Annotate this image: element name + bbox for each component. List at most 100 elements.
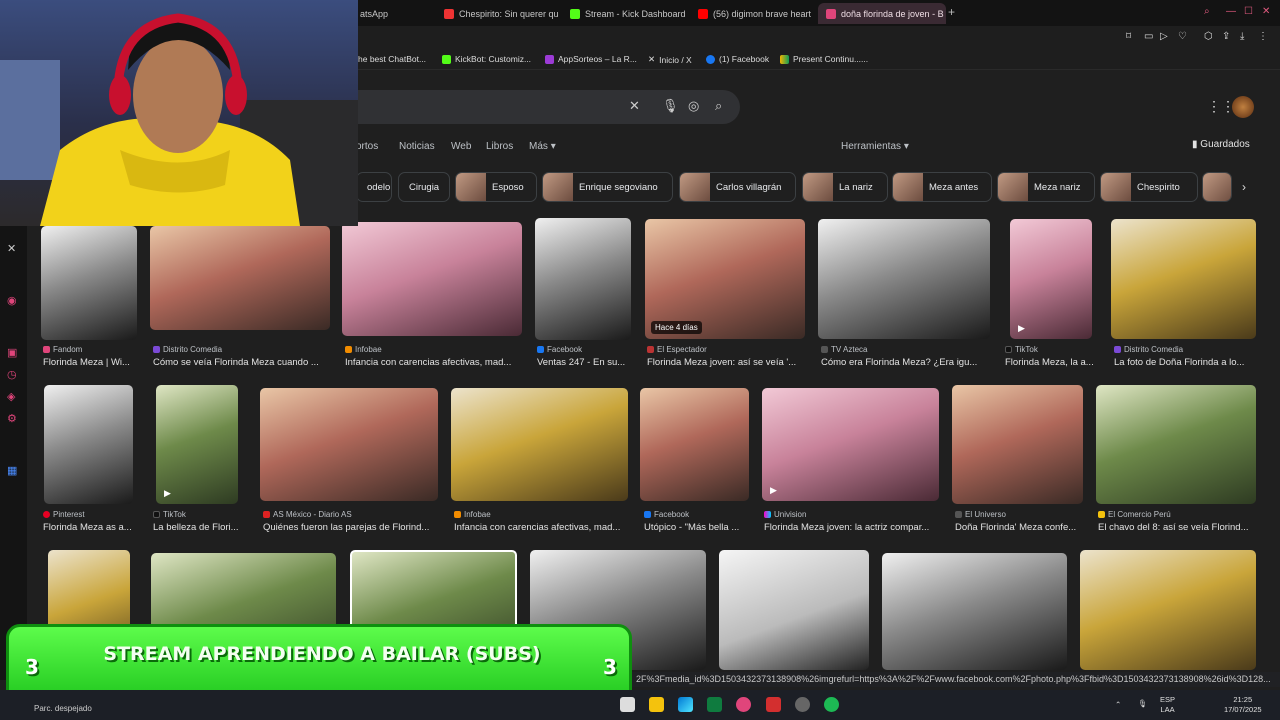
result-caption[interactable]: Florinda Meza joven: así se veía '... <box>647 357 805 368</box>
chip-carlos-villagran[interactable]: Carlos villagrán <box>679 172 796 202</box>
bookmark-appsorteos[interactable]: AppSorteos – La R... <box>545 54 637 64</box>
tab-news[interactable]: Noticias <box>399 141 435 152</box>
pip-icon[interactable]: ▭ <box>1144 31 1153 42</box>
result-image[interactable] <box>640 388 749 501</box>
result-caption[interactable]: Florinda Meza joven: la actriz compar... <box>764 522 940 533</box>
result-image[interactable] <box>882 553 1067 670</box>
search-input[interactable] <box>340 90 740 124</box>
chip-modelo[interactable]: odelo <box>356 172 392 202</box>
result-caption[interactable]: Infancia con carencias afectivas, mad... <box>454 522 628 533</box>
obs-icon[interactable] <box>795 697 810 712</box>
result-image[interactable] <box>260 388 438 501</box>
new-tab-plus-icon[interactable]: + <box>948 5 955 19</box>
bookmark-icon[interactable]: ⌑ <box>1126 31 1131 42</box>
settings-icon[interactable]: ⚙ <box>7 412 17 425</box>
chip-more[interactable] <box>1202 172 1232 202</box>
result-caption[interactable]: Cómo se veía Florinda Meza cuando ... <box>153 357 331 368</box>
result-caption[interactable]: Doña Florinda' Meza confe... <box>955 522 1083 533</box>
tools-button[interactable]: Herramientas ▾ <box>841 141 909 152</box>
bookmark-facebook[interactable]: (1) Facebook <box>706 54 769 64</box>
chip-cirugia[interactable]: Cirugia <box>398 172 450 202</box>
camera-search-icon[interactable]: ◎ <box>688 98 699 114</box>
result-caption[interactable]: Florinda Meza | Wi... <box>43 357 137 368</box>
result-image[interactable] <box>1111 219 1256 339</box>
result-image[interactable] <box>952 385 1083 504</box>
chevron-up-icon[interactable]: ⌃ <box>1115 700 1121 710</box>
weather-widget[interactable]: Parc. despejado <box>34 704 92 713</box>
winrar-icon[interactable] <box>766 697 781 712</box>
maximize-icon[interactable]: ☐ <box>1244 6 1253 17</box>
tab-more[interactable]: Más ▾ <box>529 141 556 152</box>
result-image[interactable] <box>44 385 133 504</box>
result-caption[interactable]: La foto de Doña Florinda a lo... <box>1114 357 1256 368</box>
search-icon[interactable]: ⌕ <box>715 98 722 114</box>
result-caption[interactable]: El chavo del 8: así se veía Florind... <box>1098 522 1256 533</box>
x-logo-icon[interactable]: ✕ <box>7 242 16 255</box>
result-image[interactable] <box>818 219 990 339</box>
play-icon[interactable]: ▷ <box>1160 31 1168 42</box>
result-image[interactable]: ▶ <box>762 388 939 501</box>
bookmark-present-continuous[interactable]: Present Continu...... <box>780 54 868 64</box>
search-tabs-icon[interactable]: ⌕ <box>1204 6 1210 17</box>
chip-meza-antes[interactable]: Meza antes <box>892 172 992 202</box>
clock-icon[interactable]: ◷ <box>7 368 17 381</box>
tab-whatsapp[interactable]: atsApp <box>352 3 432 24</box>
tab-web[interactable]: Web <box>451 141 471 152</box>
chevron-right-icon[interactable]: › <box>1242 180 1246 194</box>
result-image[interactable] <box>1080 550 1256 670</box>
clock[interactable]: 21:25 17/07/2025 <box>1224 695 1262 715</box>
result-image[interactable] <box>150 226 330 330</box>
clear-icon[interactable]: ✕ <box>629 98 640 114</box>
result-caption[interactable]: Infancia con carencias afectivas, mad... <box>345 357 523 368</box>
share-icon[interactable]: ⇪ <box>1222 31 1230 42</box>
result-caption[interactable]: Florinda Meza, la a... <box>1005 357 1097 368</box>
result-caption[interactable]: Ventas 247 - En su... <box>537 357 633 368</box>
spotify-icon[interactable] <box>824 697 839 712</box>
result-image[interactable] <box>535 218 631 340</box>
browser-icon[interactable] <box>736 697 751 712</box>
sidebar-app-icon[interactable]: ◉ <box>7 294 17 307</box>
tab-chespirito[interactable]: Chespirito: Sin querer qu <box>436 3 560 24</box>
chip-la-nariz[interactable]: La nariz <box>802 172 888 202</box>
tab-digimon[interactable]: (56) digimon brave heart <box>690 3 814 24</box>
chip-meza-nariz[interactable]: Meza nariz <box>997 172 1095 202</box>
microphone-icon[interactable]: 🎙 <box>1138 699 1148 709</box>
result-image[interactable]: ▶ <box>1010 219 1092 339</box>
sidebar-app-icon[interactable]: ▣ <box>7 346 17 359</box>
language-indicator[interactable]: ESP LAA <box>1160 695 1175 715</box>
result-image[interactable] <box>342 222 522 336</box>
download-icon[interactable]: ⤓ <box>1240 31 1244 42</box>
chip-chespirito[interactable]: Chespirito <box>1100 172 1198 202</box>
sidebar-app-icon[interactable]: ◈ <box>7 390 15 403</box>
chip-esposo[interactable]: Esposo <box>455 172 537 202</box>
tab-shopping[interactable]: ortos <box>356 141 378 152</box>
bookmark-chatbot[interactable]: he best ChatBot... <box>358 54 426 64</box>
tab-active-search[interactable]: doña florinda de joven - B <box>818 3 946 24</box>
tab-kick-dashboard[interactable]: Stream - Kick Dashboard <box>562 3 688 24</box>
heart-icon[interactable]: ♡ <box>1178 31 1187 42</box>
result-image[interactable] <box>451 388 628 501</box>
sidebar-app-icon[interactable]: ▦ <box>7 464 17 477</box>
close-icon[interactable]: ✕ <box>1262 6 1270 17</box>
bookmark-x[interactable]: ✕ Inicio / X <box>648 54 692 65</box>
extensions-icon[interactable]: ⬡ <box>1204 31 1213 42</box>
result-caption[interactable]: Cómo era Florinda Meza? ¿Era igu... <box>821 357 991 368</box>
minimize-icon[interactable]: — <box>1226 6 1236 17</box>
result-image[interactable]: Hace 4 días <box>645 219 805 339</box>
result-caption[interactable]: La belleza de Flori... <box>153 522 243 533</box>
menu-icon[interactable]: ⋮ <box>1258 31 1268 42</box>
result-caption[interactable]: Utópico - "Más bella ... <box>644 522 752 533</box>
result-caption[interactable]: Florinda Meza as a... <box>43 522 135 533</box>
copilot-icon[interactable] <box>678 697 693 712</box>
result-image[interactable] <box>719 550 869 670</box>
result-caption[interactable]: Quiénes fueron las parejas de Florind... <box>263 522 439 533</box>
store-icon[interactable] <box>707 697 722 712</box>
chip-enrique-segoviano[interactable]: Enrique segoviano <box>542 172 673 202</box>
tab-books[interactable]: Libros <box>486 141 513 152</box>
bookmark-kickbot[interactable]: KickBot: Customiz... <box>442 54 531 64</box>
microphone-icon[interactable]: 🎙 <box>662 98 679 114</box>
result-image[interactable] <box>41 226 137 340</box>
avatar[interactable] <box>1232 96 1254 118</box>
file-explorer-icon[interactable] <box>649 697 664 712</box>
result-image[interactable] <box>1096 385 1256 504</box>
